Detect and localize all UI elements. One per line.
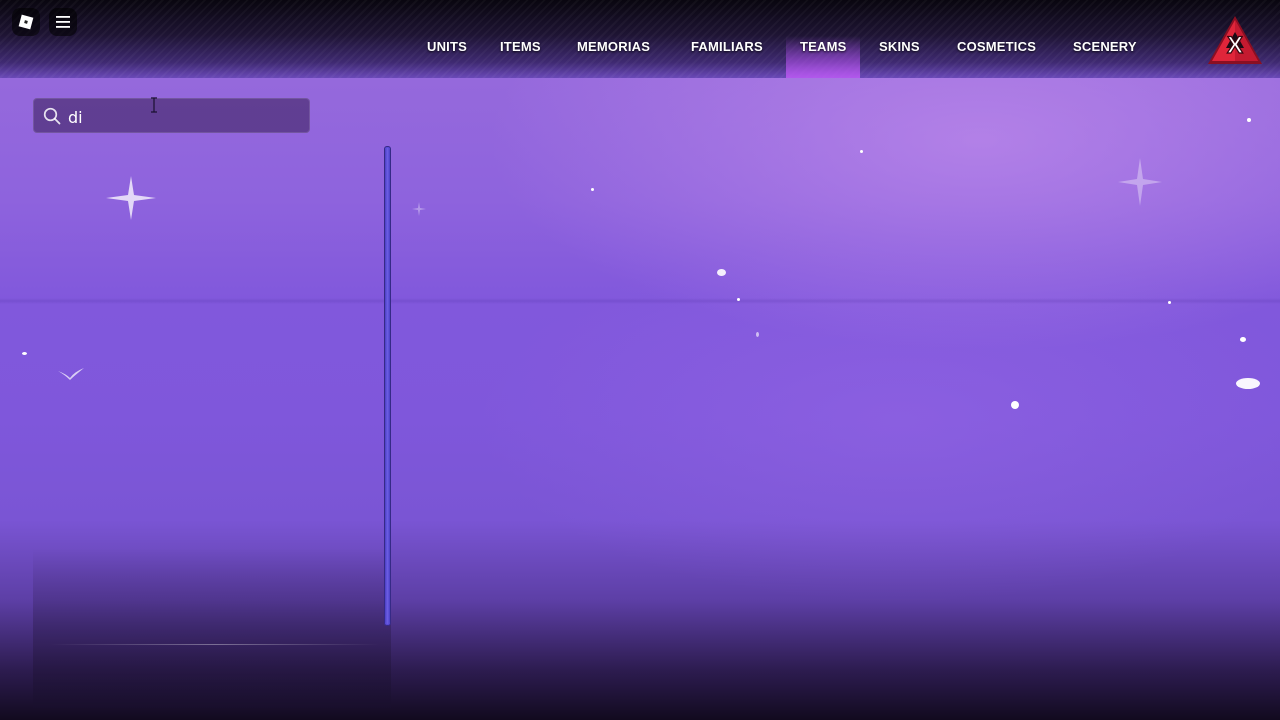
top-navigation-bar: UNITS ITEMS MEMORIAS FAMILIARS TEAMS SKI… (0, 0, 1280, 78)
search-icon (43, 107, 61, 125)
particle (756, 332, 759, 337)
nav-tab-items[interactable]: ITEMS (500, 37, 541, 57)
close-logo-button[interactable]: X (1204, 12, 1266, 68)
search-field[interactable] (33, 98, 310, 133)
search-input[interactable] (66, 103, 306, 131)
particle (860, 150, 863, 153)
nav-tab-units[interactable]: UNITS (427, 37, 467, 57)
particle (1011, 401, 1019, 409)
scrollbar-thumb[interactable] (385, 148, 390, 624)
nav-tab-memorias[interactable]: MEMORIAS (577, 37, 650, 57)
particle (1247, 118, 1251, 122)
panel-divider (50, 644, 380, 645)
nav-tab-scenery[interactable]: SCENERY (1073, 37, 1137, 57)
particle (1236, 378, 1260, 389)
nav-tab-teams[interactable]: TEAMS (800, 37, 847, 57)
sparkle-icon (412, 202, 426, 216)
particle (22, 352, 27, 355)
nav-tab-cosmetics[interactable]: COSMETICS (957, 37, 1036, 57)
nav-tab-skins[interactable]: SKINS (879, 37, 920, 57)
sparkle-icon (1118, 158, 1162, 206)
particle (737, 298, 740, 301)
particle (1240, 337, 1246, 342)
logo-text: X (1227, 32, 1243, 59)
particle (1168, 301, 1171, 304)
nav-tab-familiars[interactable]: FAMILIARS (691, 37, 763, 57)
game-logo-icon: X (1208, 16, 1262, 64)
main-nav: UNITS ITEMS MEMORIAS FAMILIARS TEAMS SKI… (0, 0, 1280, 78)
text-cursor-icon (151, 97, 157, 113)
particle (591, 188, 594, 191)
results-panel-fade (33, 548, 391, 708)
results-scrollbar[interactable] (384, 146, 391, 626)
particle (717, 269, 726, 276)
